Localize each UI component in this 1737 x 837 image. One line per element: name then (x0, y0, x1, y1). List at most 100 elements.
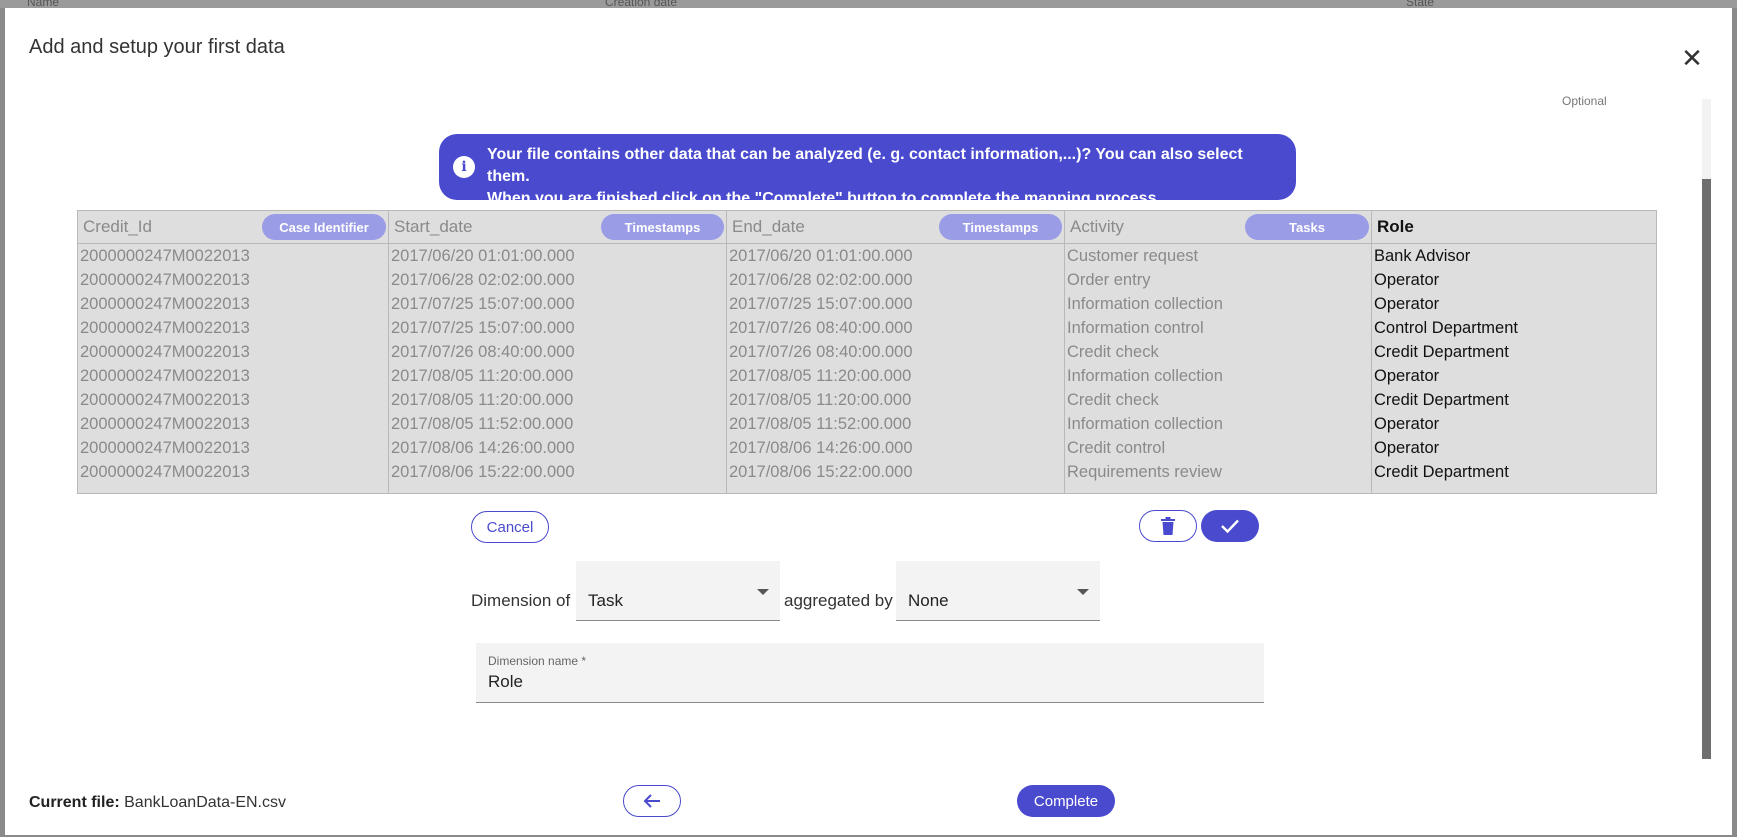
column-role[interactable]: Role Bank Advisor Operator Operator Cont… (1372, 211, 1656, 493)
table-cell: Information collection (1067, 367, 1223, 385)
modal-title: Add and setup your first data (29, 36, 285, 58)
table-cell: 2017/06/20 01:01:00.000 (391, 247, 575, 265)
table-cell: 2017/08/06 14:26:00.000 (391, 439, 575, 457)
column-header-label: Credit_Id (83, 217, 152, 236)
chevron-down-icon (757, 589, 769, 595)
optional-label: Optional (1562, 94, 1607, 108)
table-cell: 2017/08/05 11:20:00.000 (729, 367, 912, 385)
table-cell: Control Department (1374, 319, 1518, 337)
table-cell: Order entry (1067, 271, 1151, 289)
dimension-type-value: Task (588, 591, 623, 610)
table-cell: Information collection (1067, 415, 1223, 433)
current-file-name: BankLoanData-EN.csv (124, 794, 286, 811)
tag-case-identifier[interactable]: Case Identifier (262, 214, 386, 240)
table-cell: 2017/06/20 01:01:00.000 (729, 247, 913, 265)
table-cell: 2017/08/06 15:22:00.000 (729, 463, 913, 481)
aggregated-by-label: aggregated by (784, 591, 893, 610)
table-cell: 2017/06/28 02:02:00.000 (391, 271, 575, 289)
table-cell: Requirements review (1067, 463, 1222, 481)
table-cell: 2000000247M0022013 (80, 319, 250, 337)
table-cell: 2017/08/05 11:20:00.000 (391, 367, 574, 385)
column-header[interactable]: Activity Tasks (1065, 211, 1371, 244)
table-cell: 2017/08/06 14:26:00.000 (729, 439, 913, 457)
table-cell: Operator (1374, 295, 1440, 313)
delete-button[interactable] (1139, 510, 1197, 542)
table-cell: 2000000247M0022013 (80, 247, 250, 265)
confirm-button[interactable] (1201, 510, 1259, 542)
column-activity[interactable]: Activity Tasks Customer request Order en… (1065, 211, 1372, 493)
column-header[interactable]: Start_date Timestamps (389, 211, 726, 244)
tag-tasks[interactable]: Tasks (1245, 214, 1369, 240)
table-cell: 2017/07/25 15:07:00.000 (729, 295, 913, 313)
table-cell: 2017/06/28 02:02:00.000 (729, 271, 913, 289)
chevron-down-icon (1077, 589, 1089, 595)
table-cell: 2017/08/06 15:22:00.000 (391, 463, 575, 481)
info-banner: i Your file contains other data that can… (439, 134, 1296, 207)
table-cell: 2017/07/26 08:40:00.000 (729, 319, 913, 337)
table-cell: Credit check (1067, 343, 1159, 361)
dimension-type-select[interactable]: Task (576, 561, 780, 621)
cancel-button[interactable]: Cancel (471, 511, 549, 543)
dimension-of-label: Dimension of (471, 591, 571, 610)
column-header[interactable]: Credit_Id Case Identifier (78, 211, 388, 244)
column-header-label: Role (1377, 217, 1414, 236)
trash-icon (1161, 517, 1175, 535)
table-cell: 2017/08/05 11:20:00.000 (729, 391, 912, 409)
table-cell: 2017/08/05 11:20:00.000 (391, 391, 574, 409)
check-icon (1221, 519, 1239, 534)
table-cell: Credit check (1067, 391, 1159, 409)
scrollbar-thumb[interactable] (1702, 179, 1711, 759)
table-cell: 2000000247M0022013 (80, 343, 250, 361)
table-cell: 2000000247M0022013 (80, 463, 250, 481)
column-header-label: Start_date (394, 217, 473, 236)
current-file-label: Current file: (29, 794, 120, 811)
table-cell: 2000000247M0022013 (80, 271, 250, 289)
table-cell: 2017/08/05 11:52:00.000 (729, 415, 912, 433)
table-cell: Operator (1374, 367, 1440, 385)
setup-data-modal: Add and setup your first data ✕ Optional… (5, 8, 1732, 835)
table-cell: 2000000247M0022013 (80, 295, 250, 313)
column-header-label: End_date (732, 217, 805, 236)
dimension-name-label: Dimension name * (488, 654, 587, 668)
table-cell: 2017/08/05 11:52:00.000 (391, 415, 574, 433)
banner-line-2: When you are finished click on the "Comp… (487, 190, 1161, 207)
data-preview-table: Credit_Id Case Identifier 2000000247M002… (77, 210, 1657, 494)
table-cell: 2000000247M0022013 (80, 439, 250, 457)
complete-button[interactable]: Complete (1017, 785, 1115, 817)
table-cell: Operator (1374, 415, 1440, 433)
back-button[interactable] (623, 785, 681, 817)
table-cell: Customer request (1067, 247, 1199, 265)
table-cell: 2000000247M0022013 (80, 415, 250, 433)
aggregation-select[interactable]: None (896, 561, 1100, 621)
table-cell: 2000000247M0022013 (80, 391, 250, 409)
table-cell: 2017/07/25 15:07:00.000 (391, 295, 575, 313)
dimension-name-field[interactable]: Dimension name * Role (476, 643, 1264, 703)
table-cell: 2017/07/25 15:07:00.000 (391, 319, 575, 337)
table-cell: Operator (1374, 271, 1440, 289)
banner-line-1: Your file contains other data that can b… (487, 146, 1243, 185)
background-header: Name Creation date State (0, 0, 1737, 9)
column-header[interactable]: End_date Timestamps (727, 211, 1064, 244)
modal-scrollbar[interactable] (1702, 99, 1711, 759)
tag-timestamps[interactable]: Timestamps (939, 214, 1062, 240)
info-icon: i (453, 156, 475, 178)
column-header[interactable]: Role (1372, 211, 1656, 244)
table-cell: Information control (1067, 319, 1204, 337)
close-icon[interactable]: ✕ (1678, 44, 1706, 72)
table-cell: Credit Department (1374, 463, 1509, 481)
arrow-left-icon (643, 794, 660, 808)
tag-timestamps[interactable]: Timestamps (601, 214, 724, 240)
aggregation-value: None (908, 591, 949, 610)
table-cell: 2017/07/26 08:40:00.000 (729, 343, 913, 361)
current-file: Current file: BankLoanData-EN.csv (29, 794, 286, 812)
column-start-date[interactable]: Start_date Timestamps 2017/06/20 01:01:0… (389, 211, 727, 493)
table-cell: Bank Advisor (1374, 247, 1471, 265)
column-credit-id[interactable]: Credit_Id Case Identifier 2000000247M002… (78, 211, 389, 493)
table-cell: 2000000247M0022013 (80, 367, 250, 385)
table-cell: Information collection (1067, 295, 1223, 313)
table-cell: 2017/07/26 08:40:00.000 (391, 343, 575, 361)
dimension-name-value[interactable]: Role (488, 672, 523, 692)
column-end-date[interactable]: End_date Timestamps 2017/06/20 01:01:00.… (727, 211, 1065, 493)
column-header-label: Activity (1070, 217, 1124, 236)
table-cell: Operator (1374, 439, 1440, 457)
